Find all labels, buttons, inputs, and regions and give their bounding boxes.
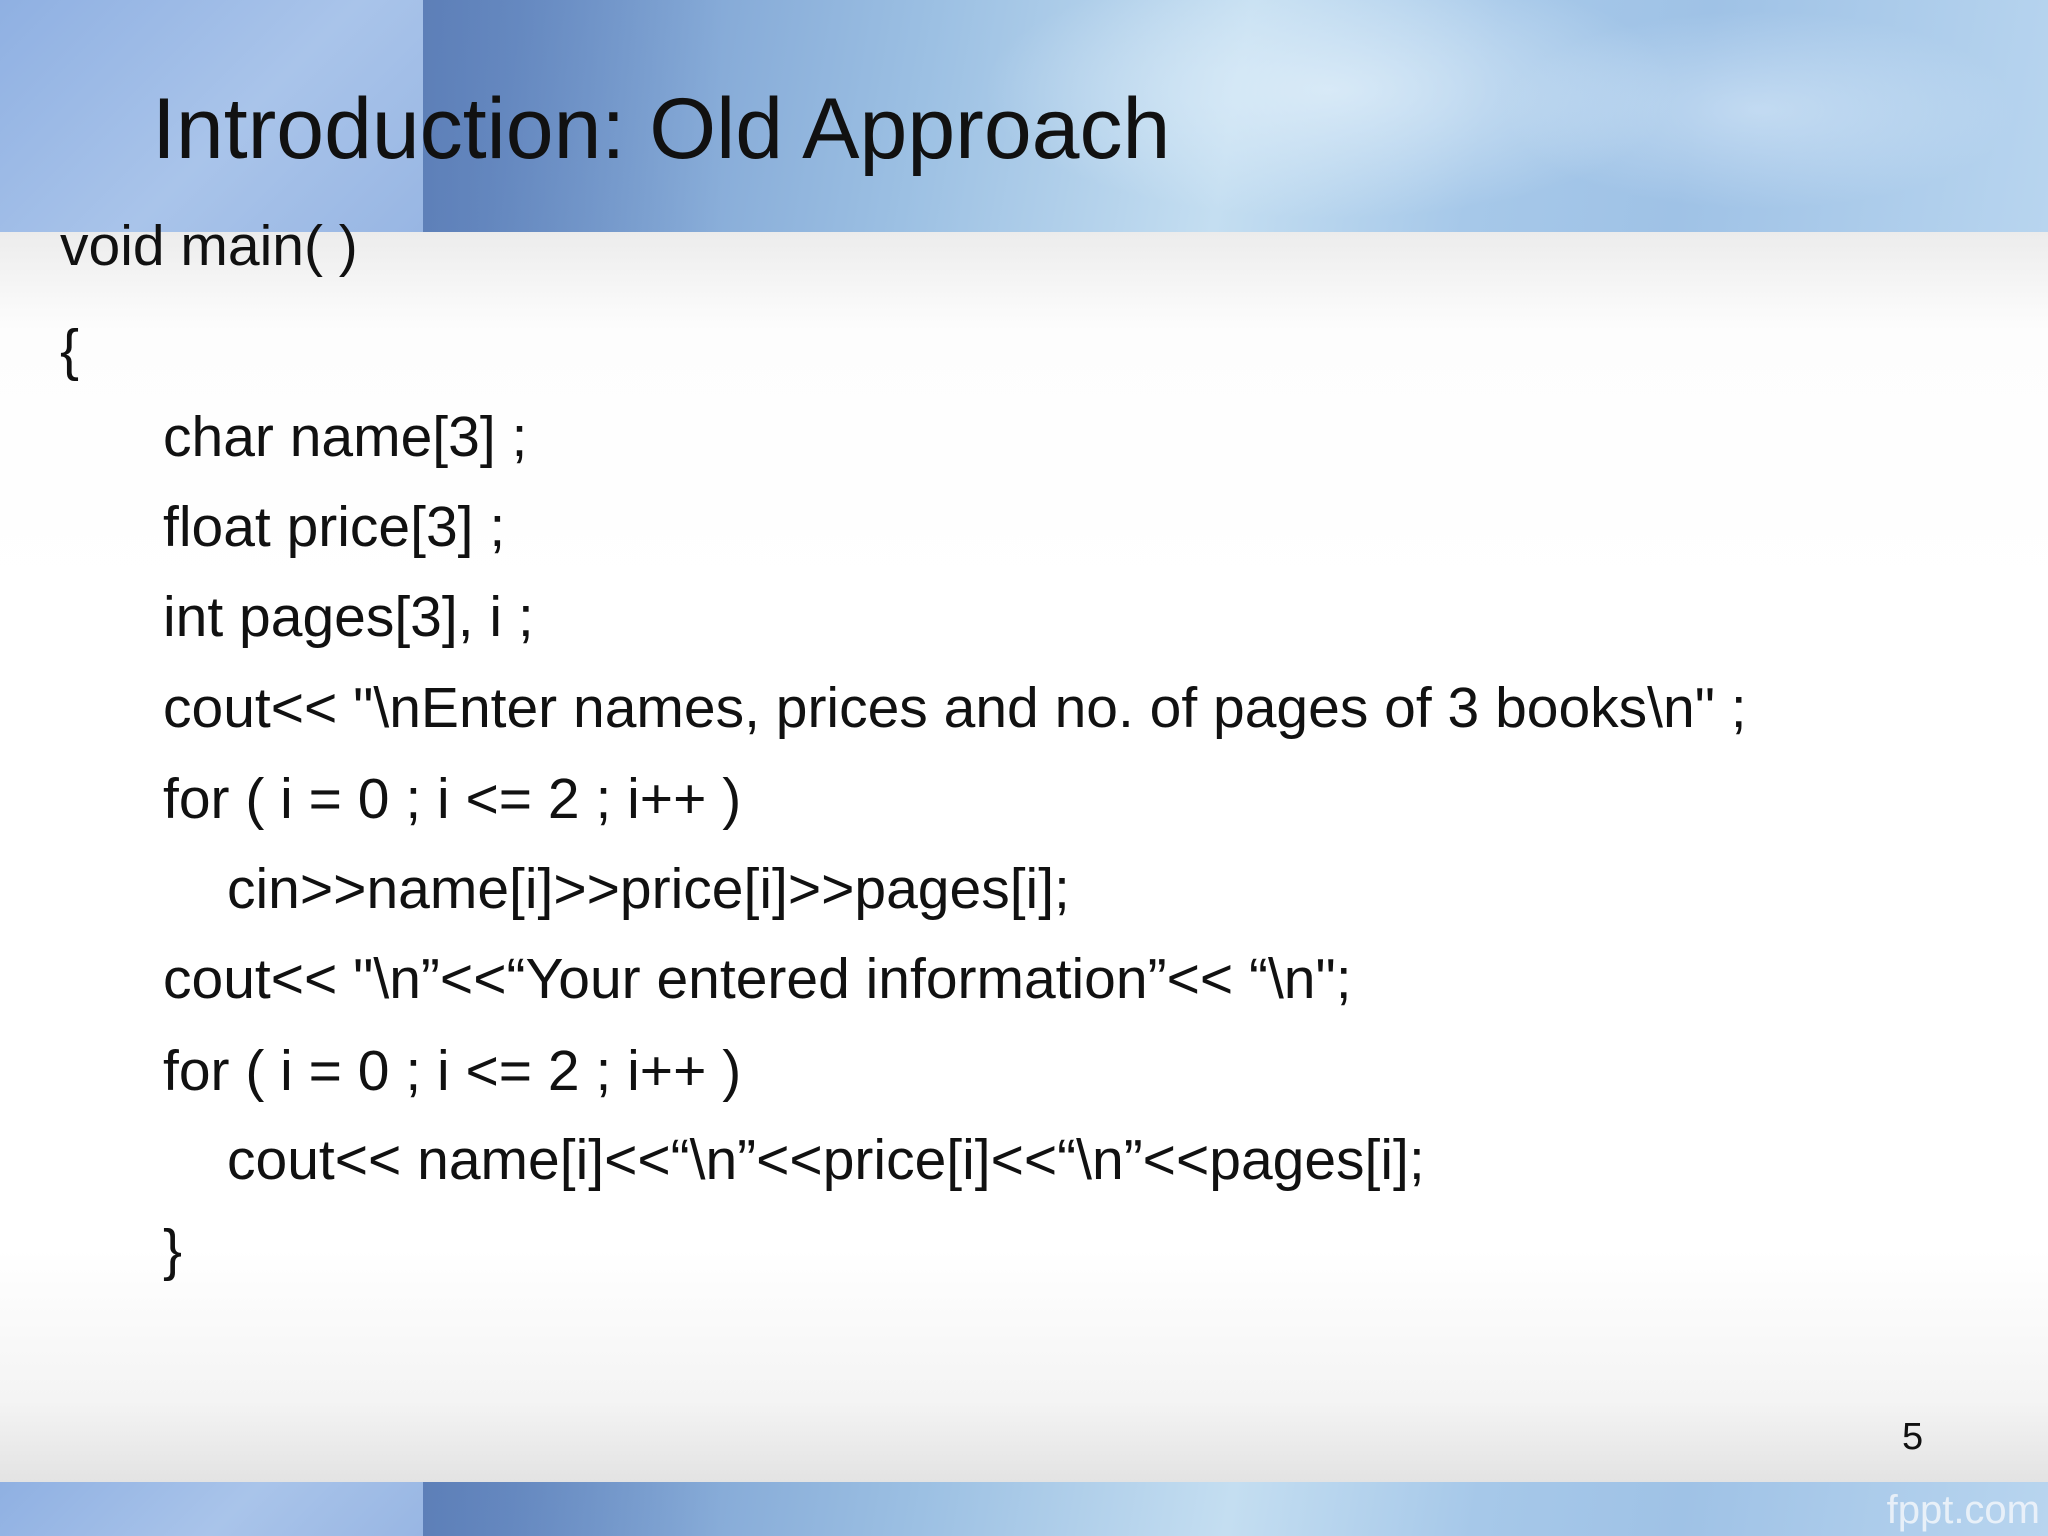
bottom-banner-left-block	[0, 1482, 423, 1536]
slide: Introduction: Old Approach void main( ) …	[0, 0, 2048, 1536]
page-number: 5	[1902, 1416, 1924, 1458]
code-line: int pages[3], i ;	[163, 585, 534, 649]
code-line: for ( i = 0 ; i <= 2 ; i++ )	[163, 767, 742, 831]
top-banner-glow-right	[1500, 10, 2020, 210]
bottom-banner-shade	[423, 1482, 723, 1536]
watermark: fppt.com	[1886, 1488, 2040, 1532]
code-line: cout<< "\nEnter names, prices and no. of…	[163, 676, 1747, 740]
code-line: cout<< name[i]<<“\n”<<price[i]<<“\n”<<pa…	[227, 1128, 1425, 1192]
code-line: float price[3] ;	[163, 495, 506, 559]
code-line: {	[60, 318, 80, 382]
code-line: }	[163, 1218, 183, 1282]
code-line: cout<< "\n”<<“Your entered information”<…	[163, 947, 1352, 1011]
code-line: cin>>name[i]>>price[i]>>pages[i];	[227, 857, 1070, 921]
bottom-banner: fppt.com	[0, 1482, 2048, 1536]
slide-title: Introduction: Old Approach	[152, 81, 1171, 177]
code-line: for ( i = 0 ; i <= 2 ; i++ )	[163, 1039, 742, 1103]
code-line: char name[3] ;	[163, 405, 528, 469]
code-line: void main( )	[60, 214, 358, 278]
